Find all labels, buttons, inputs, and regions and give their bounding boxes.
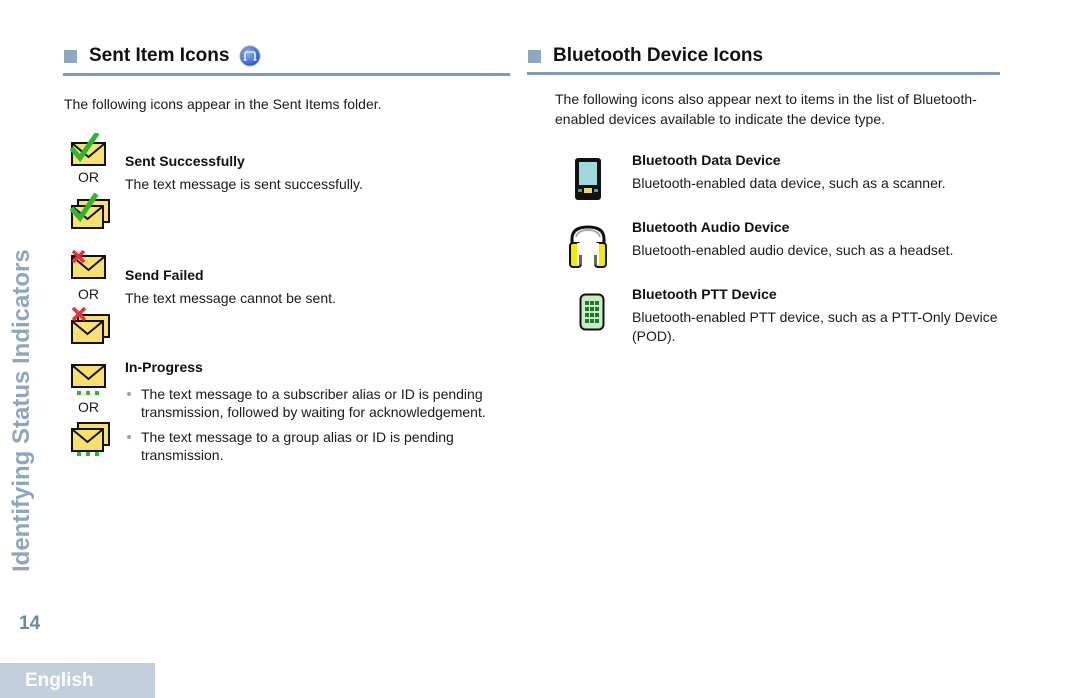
ptt-device-icon (579, 293, 605, 331)
bluetooth-intro: The following icons also appear next to … (555, 91, 977, 127)
envelope-x-icon (70, 250, 108, 280)
send-failed-desc: The text message cannot be sent. (125, 290, 336, 306)
sent-successfully-desc: The text message is sent successfully. (125, 176, 363, 192)
mode-indicator-icon (239, 45, 261, 67)
language-tab: English (0, 663, 155, 698)
or-label: OR (78, 286, 99, 302)
sent-successfully-title: Sent Successfully (125, 153, 245, 169)
section-square-icon (64, 49, 77, 63)
bt-audio-title: Bluetooth Audio Device (632, 219, 790, 235)
bluetooth-title: Bluetooth Device Icons (553, 45, 764, 66)
envelopes-x-icon (70, 307, 112, 345)
bluetooth-heading: Bluetooth Device Icons (528, 45, 763, 67)
envelope-check-icon (70, 133, 108, 167)
chapter-title-vertical: Identifying Status Indicators (8, 249, 35, 572)
or-label: OR (78, 169, 99, 185)
section-rule-left (63, 73, 510, 76)
send-failed-title: Send Failed (125, 267, 204, 283)
in-progress-bullet: The text message to a group alias or ID … (125, 428, 505, 464)
sent-items-intro: The following icons appear in the Sent I… (64, 96, 382, 112)
envelopes-pending-icon (70, 421, 112, 459)
bt-data-title: Bluetooth Data Device (632, 152, 781, 168)
headset-icon (568, 223, 608, 269)
data-device-icon (574, 157, 602, 201)
in-progress-bullets: The text message to a subscriber alias o… (125, 385, 505, 471)
envelopes-check-icon (70, 190, 112, 230)
sent-items-title: Sent Item Icons (89, 45, 230, 66)
bt-audio-desc: Bluetooth-enabled audio device, such as … (632, 242, 954, 258)
bt-ptt-title: Bluetooth PTT Device (632, 286, 777, 302)
page-number: 14 (19, 613, 41, 634)
in-progress-title: In-Progress (125, 359, 203, 375)
envelope-pending-icon (70, 363, 108, 397)
section-square-icon (528, 49, 541, 63)
or-label: OR (78, 399, 99, 415)
sent-items-heading: Sent Item Icons (64, 45, 261, 67)
bt-data-desc: Bluetooth-enabled data device, such as a… (632, 175, 946, 191)
section-rule-right (527, 72, 1000, 75)
bt-ptt-desc: Bluetooth-enabled PTT device, such as a … (632, 309, 998, 344)
in-progress-bullet: The text message to a subscriber alias o… (125, 385, 505, 421)
